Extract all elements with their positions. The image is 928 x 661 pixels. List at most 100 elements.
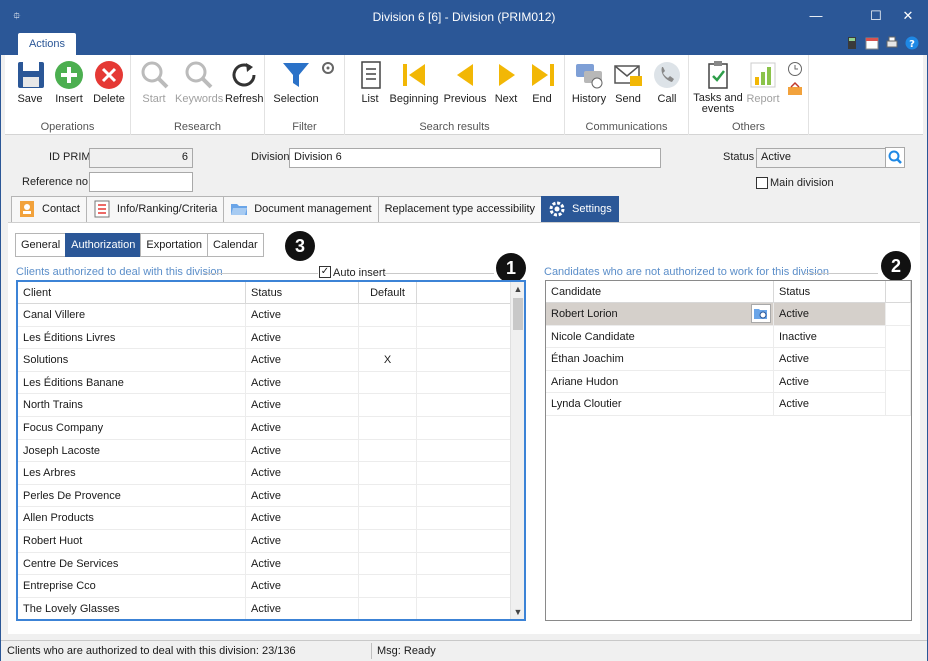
scroll-up-arrow-icon[interactable]: ▲: [511, 282, 524, 296]
table-row[interactable]: Lynda Cloutier Active: [546, 393, 911, 416]
save-button[interactable]: Save: [15, 59, 45, 105]
calendar-icon[interactable]: [865, 36, 879, 50]
table-row[interactable]: Joseph Lacoste Active: [18, 439, 513, 463]
subtab-calendar[interactable]: Calendar: [207, 233, 264, 257]
start-button[interactable]: Start: [139, 59, 169, 105]
report-button[interactable]: Report: [745, 59, 781, 105]
client-cell: Les Éditions Banane: [18, 371, 246, 394]
table-row[interactable]: Robert Lorion Active: [546, 303, 911, 326]
status-field[interactable]: Active: [756, 148, 886, 168]
table-row[interactable]: Les Arbres Active: [18, 462, 513, 485]
table-row[interactable]: Focus Company Active: [18, 417, 513, 440]
table-row[interactable]: Canal Villere Active: [18, 304, 513, 327]
end-button[interactable]: End: [527, 59, 557, 105]
table-row[interactable]: The Lovely Glasses Active: [18, 597, 513, 619]
tab-document-management[interactable]: Document management: [223, 196, 379, 222]
tab-contact[interactable]: Contact: [11, 196, 87, 222]
table-row[interactable]: Perles De Provence Active: [18, 484, 513, 508]
group-communications: History Send Call Communications: [565, 55, 689, 135]
default-cell: [359, 304, 417, 326]
subtab-exportation[interactable]: Exportation: [140, 233, 209, 257]
clients-section-title: Clients authorized to deal with this div…: [16, 266, 223, 278]
group-search-results: List Beginning Previous Next End Search …: [345, 55, 565, 135]
help-icon[interactable]: ?: [905, 36, 919, 50]
auto-insert-checkbox[interactable]: ✓: [319, 266, 331, 278]
clients-grid-header: Client Status Default: [18, 282, 513, 304]
column-header-status[interactable]: Status: [246, 282, 359, 304]
table-row[interactable]: Les Éditions Banane Active: [18, 371, 513, 395]
client-cell: Canal Villere: [18, 304, 246, 326]
candidate-cell: Lynda Cloutier: [546, 393, 774, 416]
keywords-magnifier-icon: [183, 59, 215, 91]
send-button[interactable]: Send: [611, 59, 645, 105]
candidates-grid[interactable]: Candidate Status Robert Lorion Active Nico…: [545, 280, 912, 621]
table-row[interactable]: Éthan Joachim Active: [546, 348, 911, 371]
selection-button[interactable]: Selection: [271, 59, 321, 105]
tab-info-ranking-criteria[interactable]: Info/Ranking/Criteria: [85, 196, 225, 222]
tab-replacement-type-accessibility[interactable]: Replacement type accessibility: [377, 196, 543, 222]
column-header-default[interactable]: Default: [359, 282, 417, 304]
subtab-authorization[interactable]: Authorization: [65, 233, 142, 257]
calculator-icon[interactable]: [845, 36, 859, 50]
column-header-candidate-status[interactable]: Status: [774, 281, 886, 303]
open-candidate-file-icon[interactable]: [751, 304, 771, 323]
candidate-cell: Nicole Candidate: [546, 325, 774, 348]
tasks-and-events-button[interactable]: Tasks and events: [693, 59, 743, 115]
group-others: Tasks and events Report Others: [689, 55, 809, 135]
scroll-thumb[interactable]: [513, 298, 523, 330]
history-button[interactable]: History: [571, 59, 607, 105]
table-row[interactable]: Solutions Active X: [18, 349, 513, 372]
candidates-grid-header: Candidate Status: [546, 281, 911, 303]
group-operations: Save Insert Delete Operations: [5, 55, 131, 135]
call-button[interactable]: Call: [651, 59, 683, 105]
table-row[interactable]: Ariane Hudon Active: [546, 370, 911, 394]
id-prim-field: 6: [89, 148, 193, 168]
table-row[interactable]: North Trains Active: [18, 394, 513, 417]
printer-icon[interactable]: [885, 36, 899, 50]
clock-icon[interactable]: [787, 61, 803, 77]
clients-grid-scrollbar[interactable]: ▲ ▼: [510, 282, 524, 619]
status-cell: Active: [774, 370, 886, 393]
beginning-button[interactable]: Beginning: [389, 59, 439, 105]
list-button[interactable]: List: [355, 59, 385, 105]
clients-grid[interactable]: Client Status Default Canal Villere Activ…: [16, 280, 526, 621]
maximize-button[interactable]: ☐: [861, 5, 891, 27]
candidate-name: Nicole Candidate: [551, 330, 635, 343]
table-row[interactable]: Centre De Services Active: [18, 552, 513, 576]
delete-icon: [93, 59, 125, 91]
spacer-cell: [417, 349, 513, 372]
table-row[interactable]: Allen Products Active: [18, 507, 513, 530]
filter-settings-gear-icon[interactable]: [321, 61, 335, 75]
main-division-checkbox[interactable]: [756, 177, 768, 189]
table-row[interactable]: Nicole Candidate Inactive: [546, 325, 911, 349]
spacer-cell: [417, 552, 513, 575]
scroll-down-arrow-icon[interactable]: ▼: [511, 605, 524, 619]
minimize-button[interactable]: —: [801, 5, 831, 27]
gear-icon: [548, 200, 566, 218]
previous-button[interactable]: Previous: [443, 59, 487, 105]
delete-button[interactable]: Delete: [91, 59, 127, 105]
reference-no-input[interactable]: [89, 172, 193, 192]
inbox-icon[interactable]: [787, 81, 803, 97]
division-name-input[interactable]: Division 6: [289, 148, 661, 168]
next-button[interactable]: Next: [491, 59, 521, 105]
checklist-icon: [93, 200, 111, 218]
funnel-icon: [280, 59, 312, 91]
keywords-button[interactable]: Keywords: [175, 59, 223, 105]
column-header-spacer: [886, 281, 911, 303]
status-search-button[interactable]: [885, 147, 905, 168]
table-row[interactable]: Les Éditions Livres Active: [18, 326, 513, 350]
status-cell: Inactive: [774, 325, 886, 348]
subtab-general[interactable]: General: [15, 233, 67, 257]
table-row[interactable]: Entreprise Cco Active: [18, 575, 513, 598]
column-header-candidate[interactable]: Candidate: [546, 281, 774, 303]
column-header-client[interactable]: Client: [18, 282, 246, 304]
folder-icon: [230, 200, 248, 218]
close-button[interactable]: ✕: [893, 5, 923, 27]
tab-actions[interactable]: Actions: [18, 33, 76, 55]
refresh-button[interactable]: Refresh: [225, 59, 264, 105]
table-row[interactable]: Robert Huot Active: [18, 530, 513, 553]
candidates-section-divider: [804, 273, 878, 274]
insert-button[interactable]: Insert: [51, 59, 87, 105]
tab-settings[interactable]: Settings: [541, 196, 619, 222]
